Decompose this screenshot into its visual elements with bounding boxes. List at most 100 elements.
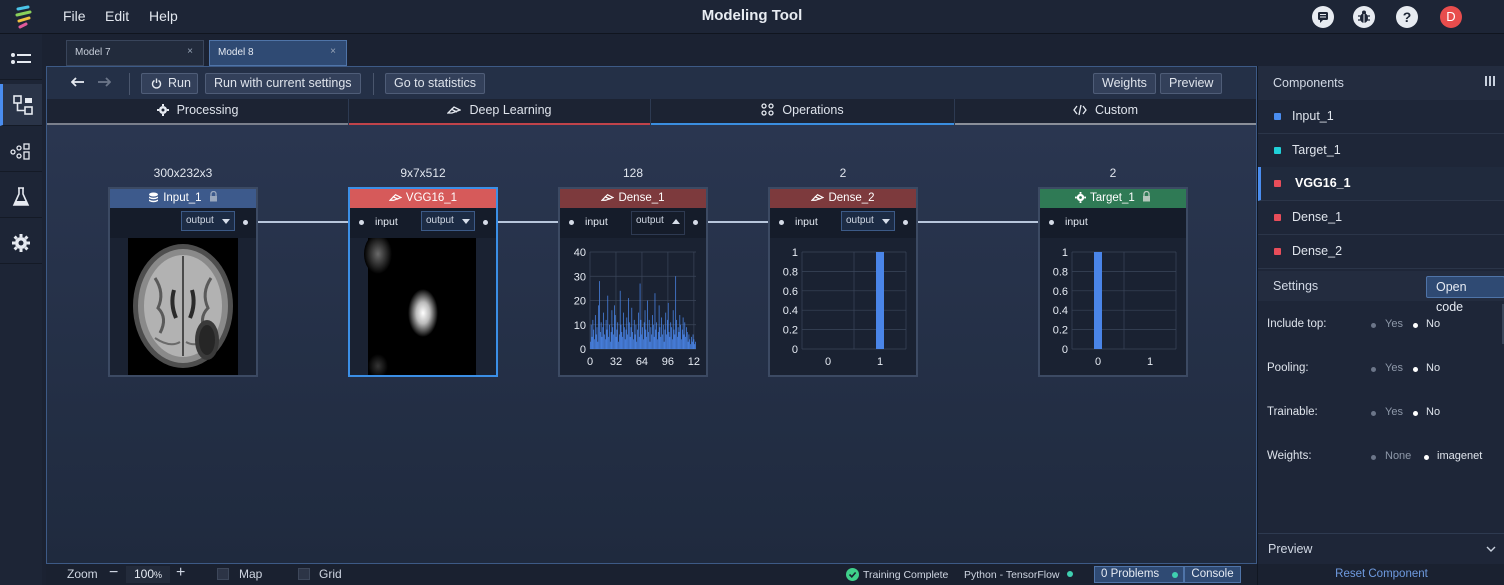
sidebar-layers-button[interactable] — [0, 38, 42, 80]
radio-none[interactable] — [1371, 455, 1376, 460]
bar — [668, 332, 670, 349]
user-avatar[interactable]: D — [1440, 6, 1462, 28]
output-select[interactable]: output — [181, 211, 235, 231]
bar — [594, 339, 595, 349]
radio-no-selected[interactable] — [1413, 367, 1418, 372]
bar — [690, 344, 691, 349]
bar — [647, 300, 648, 349]
chat-icon[interactable] — [1312, 6, 1334, 28]
y-tick-label: 1 — [792, 247, 798, 259]
tab-model-7[interactable]: Model 7 × — [66, 40, 204, 66]
close-icon[interactable]: × — [187, 46, 193, 57]
reset-component-button[interactable]: Reset Component — [1258, 564, 1504, 585]
zoom-unit: % — [154, 570, 163, 580]
open-code-button[interactable]: Open code — [1426, 276, 1504, 314]
bar — [663, 341, 665, 349]
output-port[interactable] — [903, 220, 908, 225]
chevron-down-icon — [1486, 546, 1496, 552]
bar — [677, 327, 679, 349]
bar — [657, 339, 658, 349]
bar — [633, 319, 635, 349]
bar — [616, 329, 618, 349]
sidebar-experiment-button[interactable] — [0, 176, 42, 218]
radio-no-label[interactable]: No — [1426, 406, 1440, 418]
lock-icon[interactable] — [209, 190, 218, 202]
map-checkbox[interactable] — [217, 568, 229, 580]
zoom-in-button[interactable]: + — [176, 564, 185, 582]
run-button[interactable]: Run — [141, 73, 198, 94]
redo-icon[interactable] — [97, 77, 111, 89]
radio-no-label[interactable]: No — [1426, 362, 1440, 374]
output-port[interactable] — [243, 220, 248, 225]
radio-no-selected[interactable] — [1413, 323, 1418, 328]
preview-section-header[interactable]: Preview — [1258, 533, 1504, 563]
lock-icon[interactable] — [1142, 190, 1151, 202]
input-port[interactable] — [779, 220, 784, 225]
y-tick-label: 0.8 — [1053, 266, 1068, 278]
console-button[interactable]: Console — [1184, 566, 1241, 583]
radio-no-label[interactable]: No — [1426, 318, 1440, 330]
node-dense-1[interactable]: Dense_1 input output 0 10 20 30 40 0 32 64 96 12 — [558, 187, 708, 377]
node-header: VGG16_1 — [350, 189, 496, 208]
bar — [629, 336, 631, 349]
output-port[interactable] — [693, 220, 698, 225]
component-item-dense-2[interactable]: Dense_2 — [1258, 235, 1504, 269]
model-canvas[interactable]: 300x232x3 9x7x512 128 2 2 Input_1 output — [47, 125, 1256, 563]
bar — [614, 315, 616, 349]
input-port[interactable] — [569, 220, 574, 225]
columns-icon[interactable] — [1485, 76, 1495, 86]
sidebar-settings-button[interactable] — [0, 222, 42, 264]
node-input-1[interactable]: Input_1 output — [108, 187, 258, 377]
radio-yes-label[interactable]: Yes — [1385, 362, 1403, 374]
undo-icon[interactable] — [71, 77, 85, 89]
radio-yes[interactable] — [1371, 323, 1376, 328]
tab-model-8[interactable]: Model 8 × — [209, 40, 347, 66]
bar — [603, 312, 604, 349]
radio-none-label[interactable]: None — [1385, 450, 1411, 462]
bar — [638, 336, 640, 349]
output-select-open[interactable]: output — [631, 211, 685, 235]
zoom-value-field[interactable]: 100% — [126, 566, 170, 583]
input-port[interactable] — [1049, 220, 1054, 225]
tab-processing[interactable]: Processing — [47, 99, 349, 125]
node-target-1[interactable]: Target_1 input 0 0.2 0.4 0.6 0.8 1 0 1 — [1038, 187, 1188, 377]
output-select[interactable]: output — [841, 211, 895, 231]
problems-button[interactable]: 0 Problems — [1094, 566, 1184, 583]
output-port[interactable] — [483, 220, 488, 225]
radio-yes[interactable] — [1371, 411, 1376, 416]
weights-button[interactable]: Weights — [1093, 73, 1156, 94]
y-tick-label: 0.8 — [783, 266, 798, 278]
component-item-input-1[interactable]: Input_1 — [1258, 100, 1504, 134]
radio-yes-label[interactable]: Yes — [1385, 406, 1403, 418]
component-item-target-1[interactable]: Target_1 — [1258, 134, 1504, 168]
radio-imagenet-selected[interactable] — [1424, 455, 1429, 460]
close-icon[interactable]: × — [330, 46, 336, 57]
input-port[interactable] — [359, 220, 364, 225]
tab-operations[interactable]: Operations — [651, 99, 955, 125]
tab-deep-learning[interactable]: Deep Learning — [349, 99, 651, 125]
sidebar-model-button[interactable] — [0, 84, 42, 126]
bar — [622, 336, 624, 349]
bar — [621, 332, 623, 349]
component-color-swatch — [1274, 214, 1281, 221]
help-icon[interactable]: ? — [1396, 6, 1418, 28]
sidebar-data-button[interactable] — [0, 130, 42, 172]
output-select[interactable]: output — [421, 211, 475, 231]
radio-imagenet-label[interactable]: imagenet — [1437, 450, 1482, 462]
go-to-statistics-button[interactable]: Go to statistics — [385, 73, 485, 94]
connection-input-vgg — [245, 221, 363, 223]
radio-yes[interactable] — [1371, 367, 1376, 372]
node-vgg16-1[interactable]: VGG16_1 input output — [348, 187, 498, 377]
tab-custom[interactable]: Custom — [955, 99, 1256, 125]
node-dense-2[interactable]: Dense_2 input output 0 0.2 0.4 0.6 0.8 1 0 1 — [768, 187, 918, 377]
radio-no-selected[interactable] — [1413, 411, 1418, 416]
component-item-dense-1[interactable]: Dense_1 — [1258, 201, 1504, 235]
component-item-vgg16-1[interactable]: VGG16_1 — [1258, 167, 1504, 201]
preview-button[interactable]: Preview — [1160, 73, 1223, 94]
x-tick-label: 1 — [1147, 356, 1153, 368]
zoom-out-button[interactable]: − — [109, 564, 118, 582]
grid-checkbox[interactable] — [298, 568, 310, 580]
run-with-current-settings-button[interactable]: Run with current settings — [205, 73, 361, 94]
radio-yes-label[interactable]: Yes — [1385, 318, 1403, 330]
bug-icon[interactable] — [1353, 6, 1375, 28]
